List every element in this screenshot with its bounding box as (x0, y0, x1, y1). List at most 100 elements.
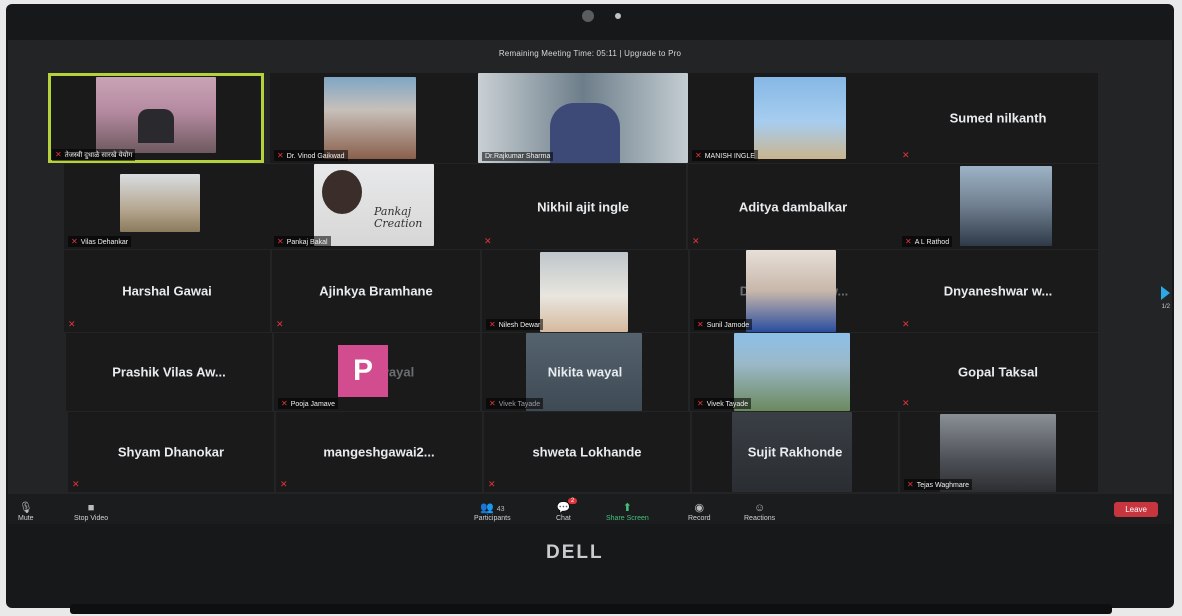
mic-muted-icon: ✕ (488, 479, 496, 489)
video-tile[interactable]: ✕ Vilas Dehankar (64, 164, 270, 249)
participant-name: Ajinkya Bramhane (319, 283, 433, 299)
video-tile[interactable]: Dr.Rajkumar Sharma (478, 73, 688, 163)
participant-label: ✕ A L Rathod (902, 236, 953, 247)
meeting-time-banner[interactable]: Remaining Meeting Time: 05:11 | Upgrade … (8, 49, 1172, 58)
video-tile[interactable]: Nikita wayal ✕ Vivek Tayade (482, 333, 688, 411)
mic-muted-icon: ✕ (276, 319, 284, 329)
share-screen-button[interactable]: ⬆ Share Screen (606, 501, 649, 522)
dell-logo: DELL (546, 542, 604, 563)
participant-name: shweta Lokhande (532, 444, 642, 460)
zoom-meeting-window: Remaining Meeting Time: 05:11 | Upgrade … (8, 40, 1172, 524)
participant-name: Prashik Vilas Aw... (112, 364, 226, 380)
video-tile[interactable]: Dnyaneshwar w... ✕Sunil Jamode (690, 250, 898, 332)
stop-video-button[interactable]: ■ Stop Video (74, 502, 108, 522)
reactions-icon: ☺ (753, 502, 766, 514)
participant-label: ✕ Sunil Jamode (694, 319, 753, 330)
video-tile[interactable]: ✕ Vivek Tayade (690, 333, 898, 411)
participant-label: ✕ Vilas Dehankar (68, 236, 132, 247)
participant-label: ✕ MANISH INGLE (692, 150, 758, 161)
meeting-toolbar: 🎙 Mute ■ Stop Video 👥 43 Participants 💬 2… (8, 494, 1172, 524)
chat-badge: 2 (567, 498, 578, 504)
mic-muted-icon: ✕ (905, 237, 912, 246)
video-tile[interactable]: Sujit Rakhonde (692, 412, 898, 492)
participant-name: Aditya dambalkar (738, 199, 848, 214)
mic-muted-icon: ✕ (489, 320, 496, 329)
chat-button[interactable]: 💬 2 Chat (556, 498, 578, 522)
video-tile[interactable]: ✕ Nilesh Dewar (482, 250, 688, 332)
video-tile[interactable]: Pankaj Creation ✕ Pankaj Bakal (270, 164, 480, 249)
participant-name: Dnyaneshwar w... (943, 283, 1053, 299)
mic-muted-icon: ✕ (697, 399, 704, 408)
video-tile[interactable]: ✕ A L Rathod (898, 164, 1098, 249)
webcam-light (615, 13, 621, 19)
mute-button[interactable]: 🎙 Mute (18, 501, 34, 522)
mic-muted-icon: ✕ (280, 479, 288, 489)
leave-button[interactable]: Leave (1114, 502, 1158, 517)
participant-label: ✕ तेजस्वी दुधाळे सारखे येयोग (52, 149, 136, 161)
video-tile[interactable]: Gopal Taksal ✕ (898, 333, 1098, 411)
participant-name: Nikhil ajit ingle (537, 199, 629, 214)
participant-name: Nikita wayal (547, 364, 623, 380)
participant-name: Sumed nilkanth (949, 110, 1047, 126)
page-indicator: 1/2 (1161, 304, 1170, 310)
mic-muted-icon: ✕ (71, 237, 78, 246)
video-camera-icon: ■ (87, 502, 95, 514)
video-tile[interactable]: Nikita wayal P ✕Pooja Jamave (274, 333, 480, 411)
participant-name: Gopal Taksal (958, 364, 1038, 380)
mic-muted-icon: ✕ (277, 151, 284, 160)
video-tile[interactable]: ✕ Tejas Waghmare (900, 412, 1098, 492)
participant-label: ✕ Vivek Tayade (694, 398, 752, 409)
video-tile[interactable]: Aditya dambalkar ✕ (688, 164, 898, 249)
mic-muted-icon: ✕ (902, 398, 910, 408)
video-tile[interactable]: Dnyaneshwar w... ✕ (898, 250, 1098, 332)
record-button[interactable]: ◉ Record (688, 501, 711, 522)
mic-muted-icon: ✕ (902, 319, 910, 329)
mic-muted-icon: ✕ (695, 151, 702, 160)
reactions-button[interactable]: ☺ Reactions (744, 502, 775, 522)
microphone-icon: 🎙 (18, 502, 33, 514)
mic-muted-icon: ✕ (72, 479, 80, 489)
video-tile[interactable]: Harshal Gawai ✕ (64, 250, 270, 332)
overlay-text: Pankaj Creation (374, 205, 423, 230)
mic-muted-icon: ✕ (489, 399, 496, 408)
participant-label: ✕ Pankaj Bakal (274, 236, 331, 247)
video-tile[interactable]: mangeshgawai2... ✕ (276, 412, 482, 492)
participant-name: mangeshgawai2... (323, 444, 435, 460)
video-tile[interactable]: Prashik Vilas Aw... (66, 333, 272, 411)
participant-name: Harshal Gawai (122, 283, 212, 299)
participant-label: ✕ Nilesh Dewar (486, 319, 544, 330)
participant-label: ✕ Tejas Waghmare (904, 479, 972, 490)
participants-icon: 👥 43 (480, 502, 505, 514)
video-tile[interactable]: Nikhil ajit ingle ✕ (480, 164, 686, 249)
mic-muted-icon: ✕ (697, 320, 704, 329)
mic-muted-icon: ✕ (277, 237, 284, 246)
next-page-arrow-icon[interactable] (1161, 286, 1170, 300)
participant-label: ✕ Dr. Vinod Gaikwad (274, 150, 348, 161)
video-tile[interactable]: ✕ MANISH INGLE (688, 73, 898, 163)
participants-button[interactable]: 👥 43 Participants (474, 501, 511, 522)
participant-label: ✕ Vivek Tayade (486, 398, 544, 409)
video-tile[interactable]: ✕ तेजस्वी दुधाळे सारखे येयोग (48, 73, 264, 163)
mic-muted-icon: ✕ (692, 236, 700, 246)
participant-name: Shyam Dhanokar (117, 444, 225, 460)
participant-name: Sujit Rakhonde (747, 444, 843, 460)
mic-muted-icon: ✕ (55, 150, 62, 159)
mic-muted-icon: ✕ (484, 236, 492, 246)
chat-icon: 💬 2 (557, 498, 578, 514)
participant-label: Dr.Rajkumar Sharma (482, 152, 554, 161)
video-tile[interactable]: Shyam Dhanokar ✕ (68, 412, 274, 492)
avatar: P (338, 345, 388, 397)
mic-muted-icon: ✕ (902, 150, 910, 160)
share-screen-icon: ⬆ (622, 502, 633, 514)
laptop-hinge (70, 604, 1112, 614)
video-tile[interactable]: ✕ Dr. Vinod Gaikwad (270, 73, 480, 163)
video-tile[interactable]: Ajinkya Bramhane ✕ (272, 250, 480, 332)
record-icon: ◉ (694, 502, 705, 514)
mic-muted-icon: ✕ (68, 319, 76, 329)
webcam (582, 10, 594, 22)
participant-label: ✕ Pooja Jamave (278, 398, 339, 409)
video-tile[interactable]: Sumed nilkanth ✕ (898, 73, 1098, 163)
mic-muted-icon: ✕ (281, 399, 288, 408)
mic-muted-icon: ✕ (907, 480, 914, 489)
video-tile[interactable]: shweta Lokhande ✕ (484, 412, 690, 492)
